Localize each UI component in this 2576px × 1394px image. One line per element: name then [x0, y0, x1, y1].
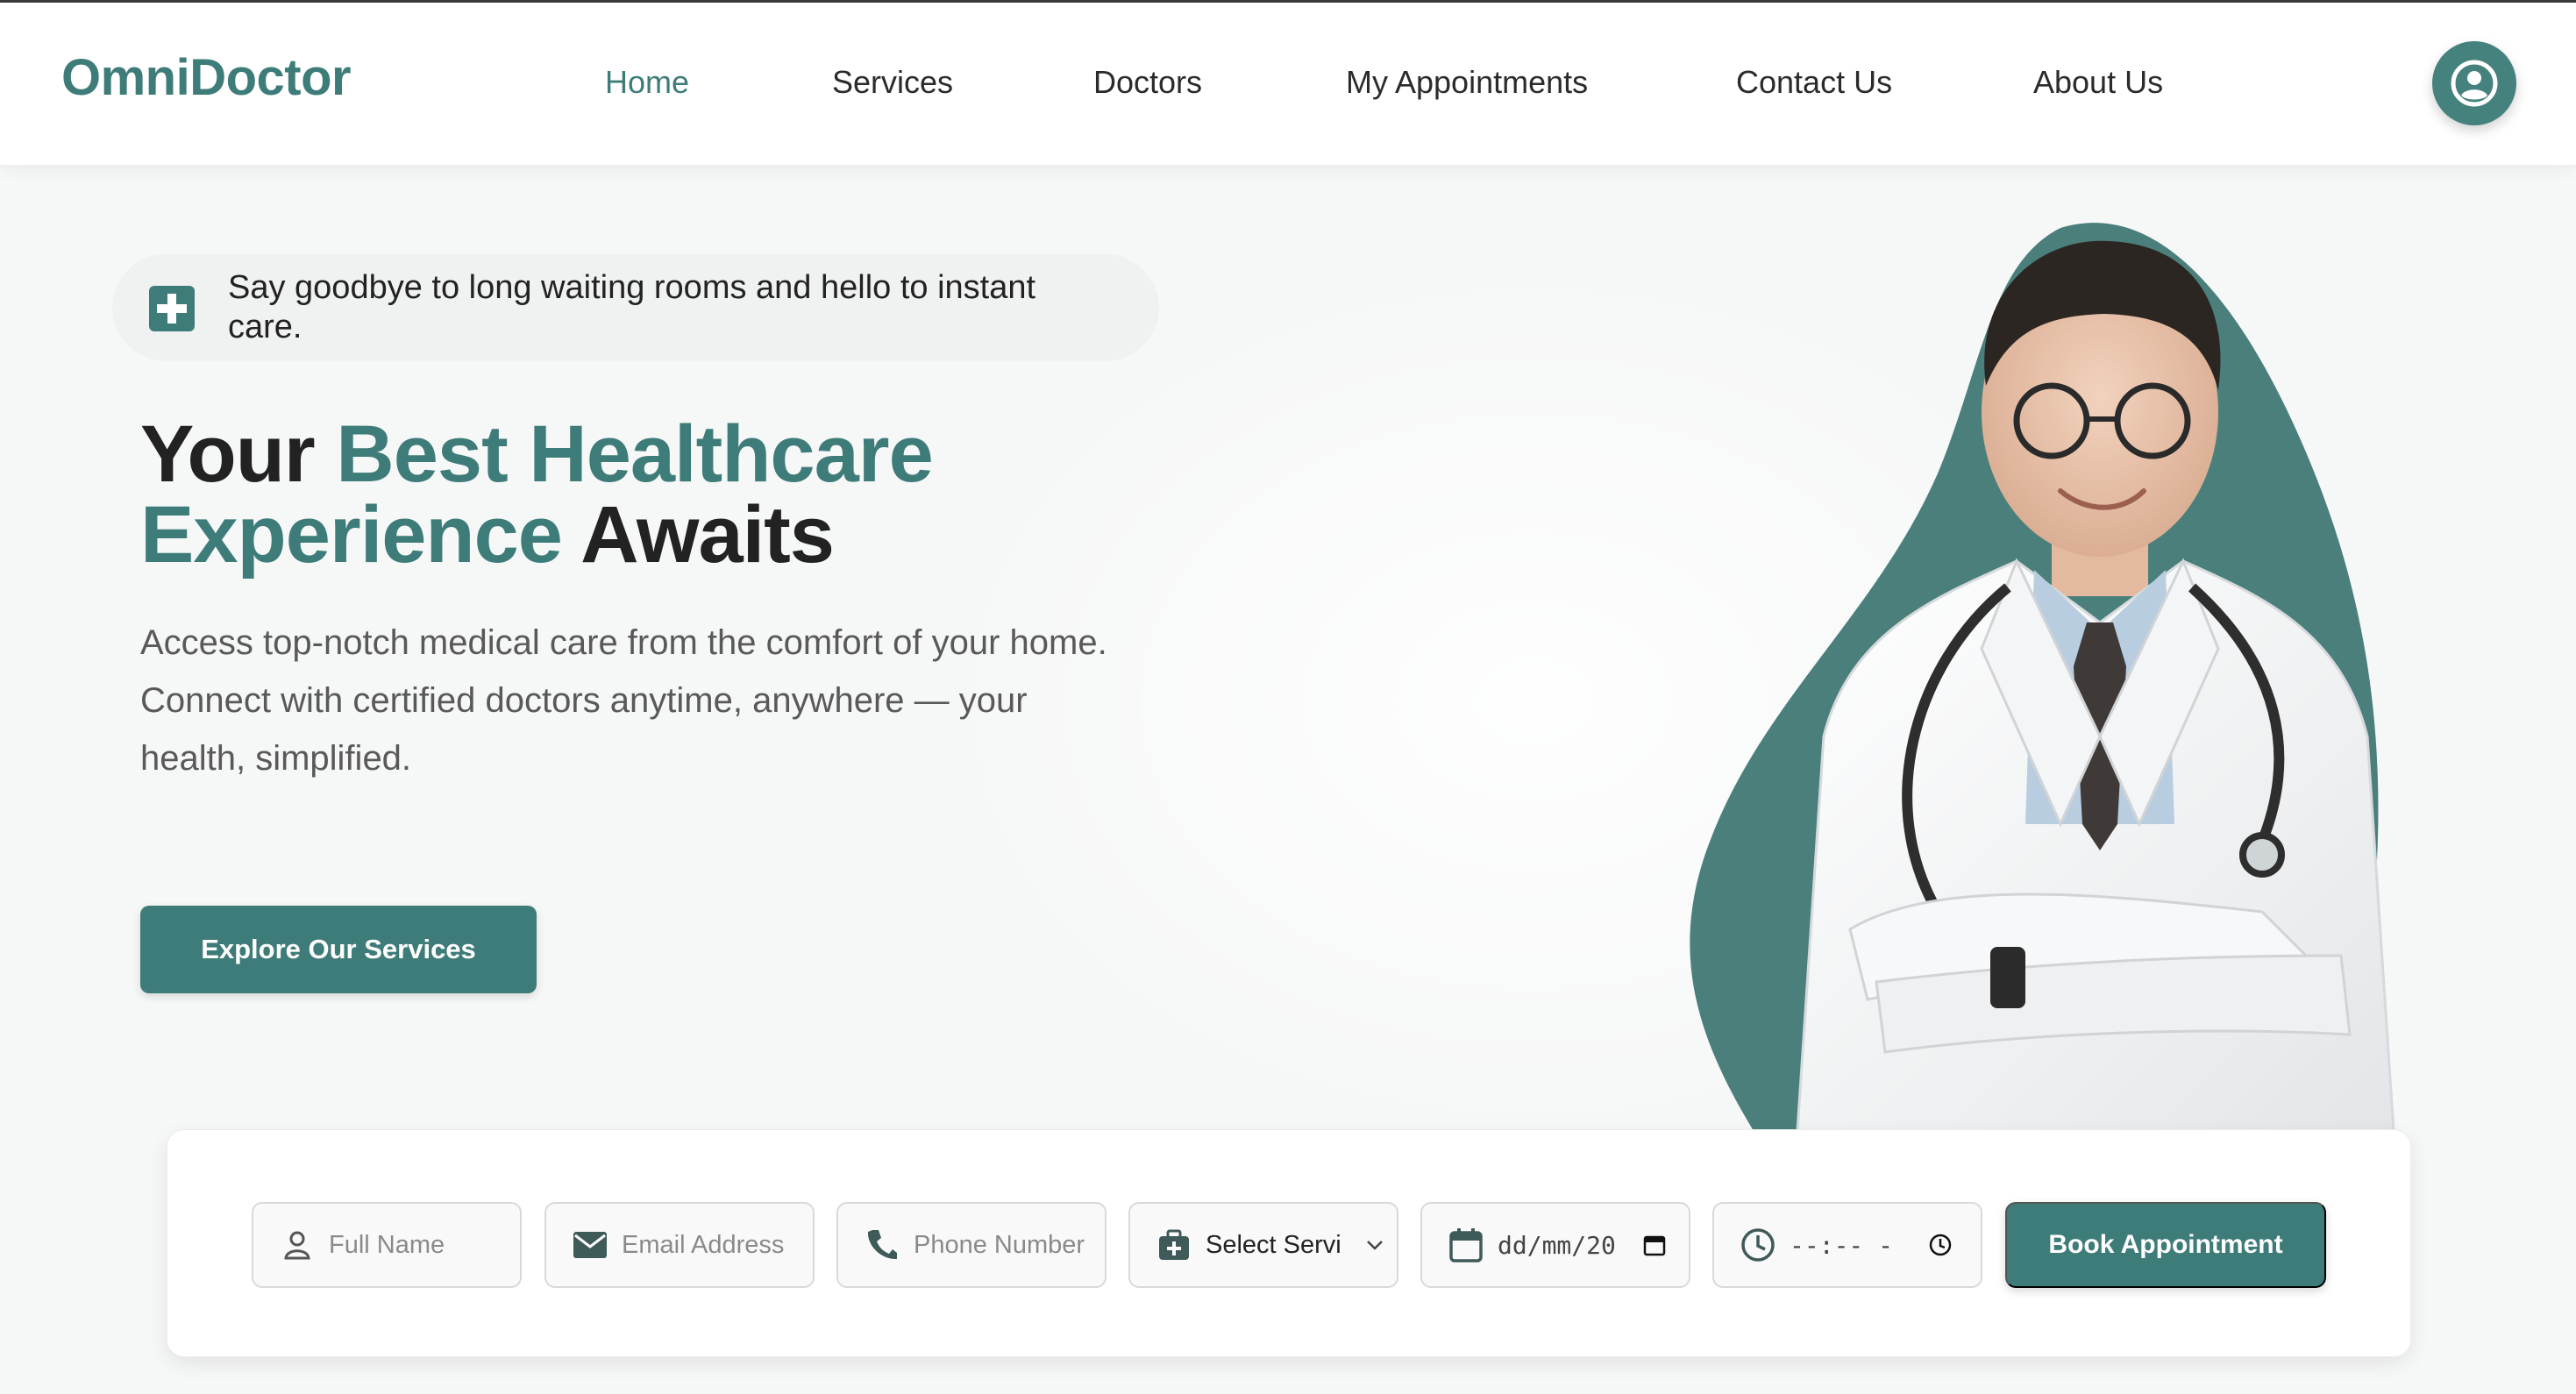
phone-field[interactable]: Phone Number — [836, 1202, 1107, 1288]
headline-accent-1: Best Healthcare — [336, 409, 933, 499]
time-field[interactable]: --:-- - — [1712, 1202, 1982, 1288]
chevron-down-icon — [1365, 1239, 1384, 1251]
date-value: dd/mm/20 — [1498, 1230, 1616, 1260]
nav-doctors[interactable]: Doctors — [1093, 64, 1202, 101]
tagline-text: Say goodbye to long waiting rooms and he… — [228, 269, 1036, 345]
main-nav: Home Services Doctors My Appointments Co… — [0, 3, 2576, 165]
email-field[interactable]: Email Address — [544, 1202, 815, 1288]
person-icon — [280, 1227, 315, 1262]
phone-placeholder: Phone Number — [914, 1230, 1085, 1259]
medical-plus-icon — [149, 286, 195, 331]
book-appointment-button[interactable]: Book Appointment — [2005, 1202, 2326, 1288]
tagline-pill: Say goodbye to long waiting rooms and he… — [112, 254, 1159, 361]
user-circle-icon — [2451, 60, 2498, 107]
time-value: --:-- - — [1790, 1230, 1894, 1260]
description-line-1: Access top-notch medical care from the c… — [140, 623, 1107, 662]
hero-headline: Your Best Healthcare Experience Awaits — [140, 414, 1280, 575]
full-name-placeholder: Full Name — [329, 1230, 445, 1259]
explore-services-button[interactable]: Explore Our Services — [140, 906, 537, 993]
nav-home[interactable]: Home — [605, 64, 689, 101]
full-name-field[interactable]: Full Name — [252, 1202, 522, 1288]
date-picker-icon[interactable] — [1643, 1234, 1666, 1256]
doctor-image — [1690, 223, 2395, 1131]
medkit-icon — [1156, 1227, 1192, 1262]
description-line-2: Connect with certified doctors anytime, … — [140, 681, 1028, 778]
date-field[interactable]: dd/mm/20 — [1420, 1202, 1690, 1288]
clock-icon — [1740, 1227, 1775, 1262]
booking-form: Full Name Email Address Phone Number Sel… — [167, 1129, 2411, 1357]
time-picker-icon[interactable] — [1928, 1233, 1953, 1257]
email-placeholder: Email Address — [622, 1230, 785, 1259]
nav-my-appointments[interactable]: My Appointments — [1346, 64, 1588, 101]
nav-contact-us[interactable]: Contact Us — [1736, 64, 1892, 101]
site-header: OmniDoctor Home Services Doctors My Appo… — [0, 3, 2576, 165]
phone-icon — [865, 1227, 900, 1262]
headline-part-4: Awaits — [561, 490, 835, 580]
headline-accent-2: Experience — [140, 490, 563, 580]
profile-button[interactable] — [2432, 41, 2516, 125]
mail-icon — [573, 1227, 608, 1262]
service-select[interactable]: Select Servi — [1128, 1202, 1398, 1288]
headline-part-1: Your — [140, 409, 337, 499]
calendar-icon — [1448, 1227, 1484, 1262]
hero-description: Access top-notch medical care from the c… — [140, 614, 1122, 787]
service-select-value: Select Servi — [1206, 1230, 1341, 1259]
nav-services[interactable]: Services — [832, 64, 953, 101]
nav-about-us[interactable]: About Us — [2033, 64, 2163, 101]
